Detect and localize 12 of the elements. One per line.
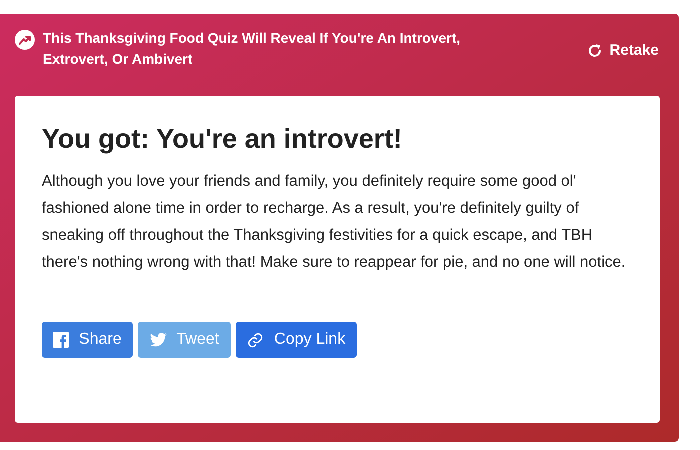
facebook-icon (53, 332, 70, 348)
bird-icon (150, 333, 167, 347)
result-description: Although you love your friends and family, you definitely require some good ol' fashioned alone time in order to recharge. As a result, you're definitely guilty of sneaking off throughout the Thanksgiving festivities for a quick escape, and TBH there's nothing wrong with that! Make sure to reappear for pie, and no one will notice. (42, 172, 627, 273)
result-title: You got: You're an introvert! (42, 123, 404, 156)
share-button[interactable]: Share (42, 322, 133, 358)
retake-button[interactable]: Retake (586, 40, 659, 62)
refresh-icon (586, 43, 603, 60)
link-icon (247, 332, 264, 348)
copy-link-button[interactable]: Copy Link (236, 322, 357, 358)
trending-icon (15, 30, 35, 50)
quiz-title: This Thanksgiving Food Quiz Will Reveal If You're An Introvert, Extrovert, Or Ambivert (43, 29, 462, 69)
tweet-button[interactable]: Tweet (138, 322, 231, 358)
